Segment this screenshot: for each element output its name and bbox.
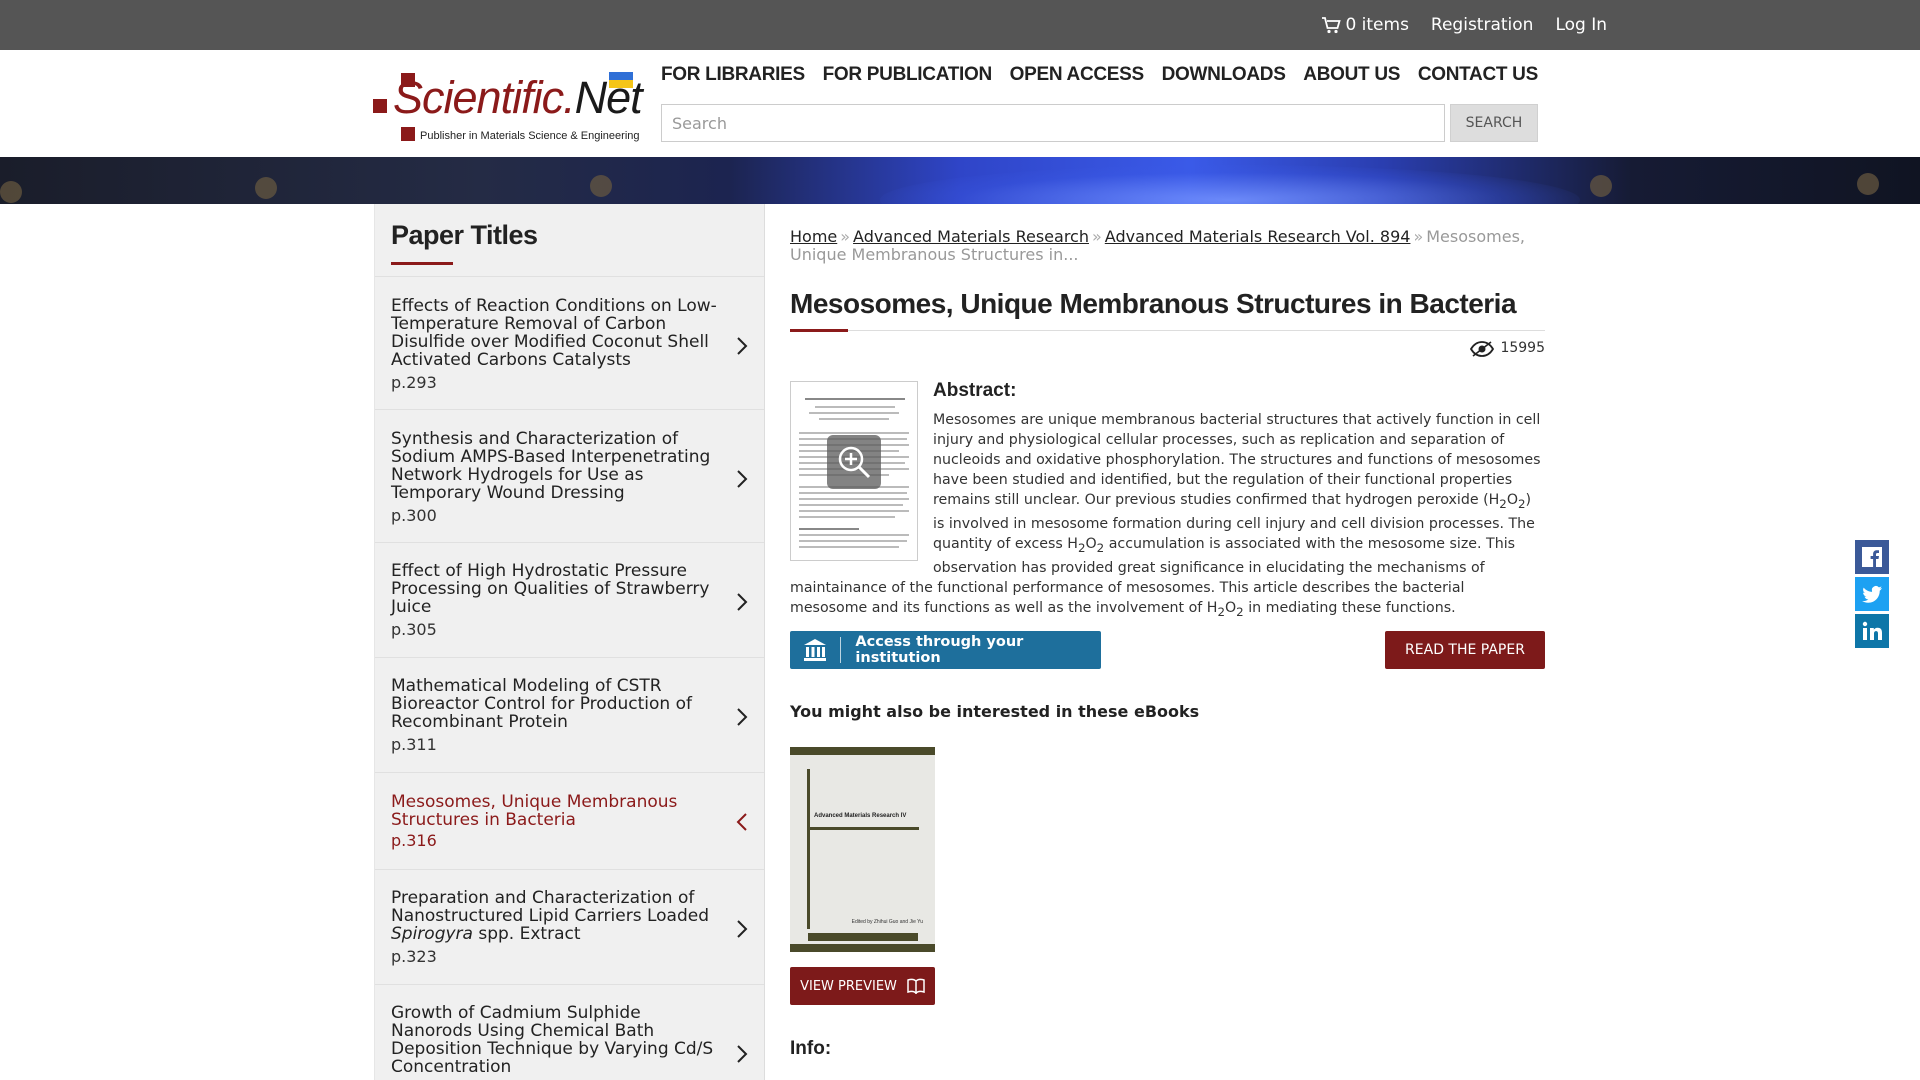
view-count: 15995 [1470,339,1545,357]
nav-for-publication[interactable]: FOR PUBLICATION [823,64,993,86]
sidebar-title: Paper Titles [391,220,538,250]
ebook-editors: Edited by Zhihui Guo and Jie Yu [851,919,923,925]
abstract-heading: Abstract: [933,380,1017,401]
site-header: Scientific.Net Publisher in Materials Sc… [0,50,1920,157]
social-share-bar [1855,540,1889,651]
site-logo[interactable]: Scientific.Net Publisher in Materials Sc… [373,70,643,152]
abstract-text: Mesosomes are unique membranous bacteria… [790,412,1541,619]
logo-subtitle: Publisher in Materials Science & Enginee… [420,130,640,142]
breadcrumb-home[interactable]: Home [790,227,837,246]
facebook-icon[interactable] [1855,540,1889,574]
hero-banner [0,157,1920,204]
linkedin-icon[interactable] [1855,614,1889,648]
chevron-left-icon[interactable] [735,812,749,832]
cart-count: 0 items [1345,15,1409,35]
paper-item-title[interactable]: Mathematical Modeling of CSTR Bioreactor… [391,677,721,731]
nav-contact-us[interactable]: CONTACT US [1418,64,1538,86]
paper-item-title[interactable]: Effect of High Hydrostatic Pressure Proc… [391,562,721,616]
institution-icon [804,639,827,661]
title-accent-bar [790,329,848,332]
chevron-right-icon[interactable] [735,707,749,727]
paper-list-item[interactable]: Mathematical Modeling of CSTR Bioreactor… [375,658,764,773]
paper-item-page: p.323 [391,947,437,966]
logo-wordmark: Scientific.Net [393,72,643,123]
paper-item-title[interactable]: Synthesis and Characterization of Sodium… [391,430,721,502]
nav-for-libraries[interactable]: FOR LIBRARIES [661,64,805,86]
chevron-right-icon[interactable] [735,1044,749,1064]
cart-icon [1322,17,1342,34]
paper-list-item[interactable]: Growth of Cadmium Sulphide Nanorods Usin… [375,985,764,1080]
paper-list-item[interactable]: Preparation and Characterization of Nano… [375,870,764,985]
search-input[interactable] [661,104,1445,142]
top-bar: 0 items Registration Log In [0,0,1920,50]
page-title: Mesosomes, Unique Membranous Structures … [790,288,1517,319]
paper-item-title[interactable]: Effects of Reaction Conditions on Low-Te… [391,297,721,369]
chevron-right-icon[interactable] [735,336,749,356]
nav-about-us[interactable]: ABOUT US [1303,64,1400,86]
paper-item-page: p.305 [391,620,437,639]
paper-titles-sidebar: Paper Titles Effects of Reaction Conditi… [374,204,765,1080]
paper-item-page: p.293 [391,373,437,392]
read-paper-button[interactable]: READ THE PAPER [1385,631,1545,669]
breadcrumb-volume[interactable]: Advanced Materials Research Vol. 894 [1105,227,1411,246]
access-institution-button[interactable]: Access through your institution [790,631,1101,669]
view-preview-label: VIEW PREVIEW [800,978,897,994]
main-content: Home» Advanced Materials Research» Advance… [790,204,1545,1080]
paper-item-page: p.300 [391,506,437,525]
cart-link[interactable]: 0 items [1321,15,1409,35]
ebook-title: Advanced Materials Research IV [814,813,907,819]
chevron-right-icon[interactable] [735,469,749,489]
paper-list-item[interactable]: Effect of High Hydrostatic Pressure Proc… [375,543,764,658]
twitter-icon[interactable] [1855,577,1889,611]
ukraine-flag-icon [609,72,633,88]
paper-item-page: p.316 [391,831,437,850]
chevron-right-icon[interactable] [735,919,749,939]
access-institution-label: Access through your institution [855,634,1024,666]
eye-icon [1470,341,1495,357]
search-button[interactable]: SEARCH [1450,104,1538,142]
paper-list-item[interactable]: Synthesis and Characterization of Sodium… [375,410,764,543]
open-book-icon [907,978,925,994]
paper-item-title[interactable]: Growth of Cadmium Sulphide Nanorods Usin… [391,1004,721,1076]
registration-link[interactable]: Registration [1431,15,1534,35]
paper-item-title[interactable]: Mesosomes, Unique Membranous Structures … [391,793,721,829]
breadcrumb-journal[interactable]: Advanced Materials Research [853,227,1089,246]
view-count-value: 15995 [1500,340,1545,356]
ebook-cover[interactable]: Advanced Materials Research IV Edited by… [790,747,935,952]
view-preview-button[interactable]: VIEW PREVIEW [790,967,935,1005]
chevron-right-icon[interactable] [735,592,749,612]
paper-list-item-active[interactable]: Mesosomes, Unique Membranous Structures … [375,773,764,870]
ebook-publisher-bar [808,933,918,941]
paper-item-page: p.311 [391,735,437,754]
main-nav: FOR LIBRARIES FOR PUBLICATION OPEN ACCES… [661,64,1538,86]
ebooks-heading: You might also be interested in these eB… [790,702,1200,721]
paper-list-item[interactable]: Effects of Reaction Conditions on Low-Te… [375,277,764,410]
info-heading: Info: [790,1038,832,1059]
breadcrumb: Home» Advanced Materials Research» Advance… [790,227,1525,264]
nav-open-access[interactable]: OPEN ACCESS [1010,64,1145,86]
sidebar-title-accent [391,262,453,265]
nav-downloads[interactable]: DOWNLOADS [1162,64,1286,86]
login-link[interactable]: Log In [1555,15,1607,35]
paper-item-title[interactable]: Preparation and Characterization of Nano… [391,889,721,943]
